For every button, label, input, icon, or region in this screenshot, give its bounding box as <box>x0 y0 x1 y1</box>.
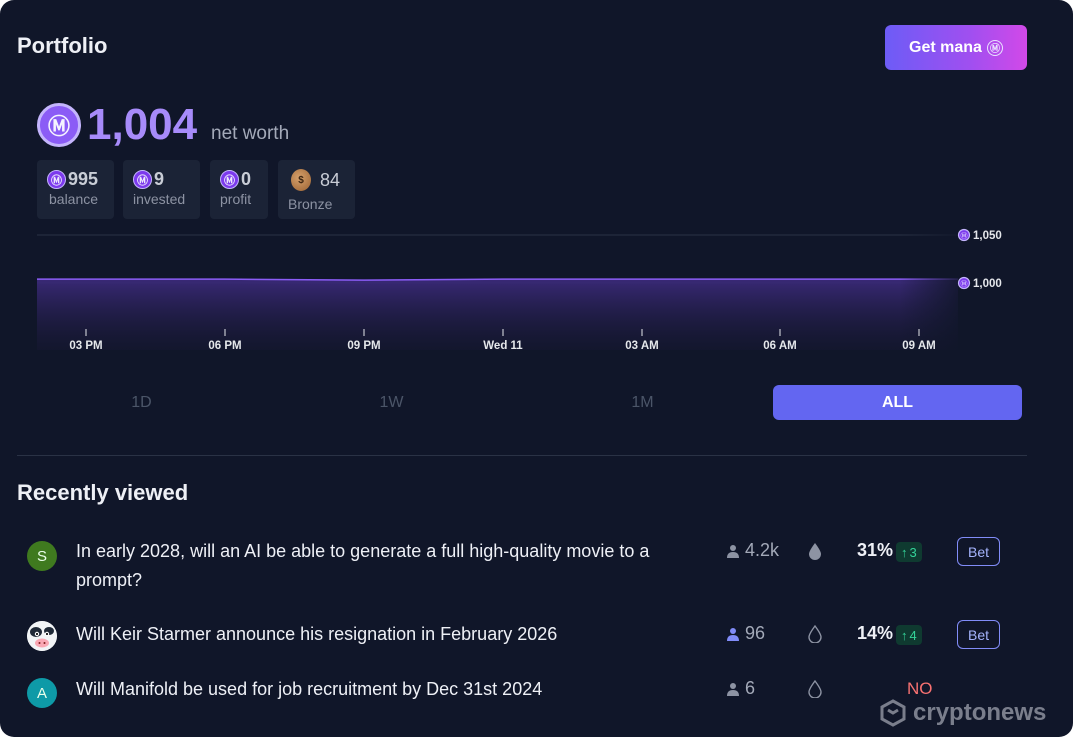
net-worth-label: net worth <box>211 123 290 144</box>
mana-coin-icon: Ⓜ <box>133 170 152 189</box>
liquidity-drop-icon <box>808 625 822 643</box>
person-icon <box>727 627 739 641</box>
x-tick-label: 09 AM <box>902 340 935 352</box>
invested-value: 9 <box>154 169 165 189</box>
tab-1d[interactable]: 1D <box>17 385 266 420</box>
mana-coin-glyph: Ⓜ <box>961 280 968 288</box>
x-tick-label: 06 PM <box>208 340 241 352</box>
unique-traders: 96 <box>726 623 765 644</box>
market-question[interactable]: Will Keir Starmer announce his resignati… <box>76 620 701 649</box>
cow-avatar-icon[interactable] <box>27 621 57 651</box>
y-tick-label: 1,000 <box>973 278 1002 290</box>
tab-all[interactable]: ALL <box>773 385 1022 420</box>
x-tick-label: 06 AM <box>763 340 796 352</box>
y-tick-label: 1,050 <box>973 230 1002 242</box>
net-worth-value: 1,004 <box>87 100 198 149</box>
mana-coin-icon: Ⓜ <box>986 39 1003 56</box>
mana-coin-icon: Ⓜ <box>47 170 66 189</box>
market-resolution: NO <box>907 679 933 698</box>
probability-change-badge: ↑ 4 <box>896 625 922 645</box>
bet-button[interactable]: Bet <box>957 537 1000 566</box>
profit-label: profit <box>220 191 252 207</box>
get-mana-label: Get mana <box>909 38 982 56</box>
league-points: 84 <box>320 169 341 190</box>
bet-button[interactable]: Bet <box>957 620 1000 649</box>
recently-viewed-title: Recently viewed <box>17 480 189 505</box>
creator-avatar[interactable]: S <box>27 541 57 571</box>
person-icon <box>727 682 739 696</box>
mana-coin-icon: Ⓜ <box>37 103 81 147</box>
watermark: cryptonews <box>879 699 1046 727</box>
person-icon <box>727 544 739 558</box>
portfolio-title: Portfolio <box>17 33 108 58</box>
net-worth-chart[interactable]: Ⓜ 1,050 Ⓜ 1,000 03 PM 06 PM 09 PM Wed 11 03 AM 0… <box>0 220 1073 360</box>
balance-stat: Ⓜ 995 balance <box>37 160 114 219</box>
traders-count: 6 <box>745 678 756 698</box>
market-question[interactable]: In early 2028, will an AI be able to gen… <box>76 537 701 595</box>
market-probability: 14% <box>857 623 894 643</box>
probability-change: 3 <box>909 544 917 560</box>
liquidity-drop-icon <box>808 680 822 698</box>
league-label: Bronze <box>288 196 333 212</box>
invested-label: invested <box>133 191 186 207</box>
balance-value: 995 <box>68 169 99 189</box>
x-tick-label: 09 PM <box>347 340 380 352</box>
time-range-tabs: 1D 1W 1M ALL <box>17 385 1022 420</box>
tab-1m[interactable]: 1M <box>518 385 767 420</box>
market-question[interactable]: Will Manifold be used for job recruitmen… <box>76 675 701 704</box>
cryptonews-logo-icon <box>880 699 906 727</box>
mana-coin-icon: Ⓜ <box>220 170 239 189</box>
section-divider <box>17 455 1027 456</box>
probability-change-badge: ↑ 3 <box>896 542 922 562</box>
profit-value: 0 <box>241 169 252 189</box>
balance-label: balance <box>49 191 99 207</box>
cow-face-icon <box>27 621 57 651</box>
arrow-up-icon: ↑ <box>901 544 908 560</box>
traders-count: 96 <box>745 623 766 643</box>
league-stat[interactable]: $ 84 Bronze <box>278 160 355 219</box>
tab-1w[interactable]: 1W <box>267 385 516 420</box>
invested-stat: Ⓜ 9 invested <box>123 160 200 219</box>
bronze-medal-icon: $ <box>291 169 311 191</box>
portfolio-card: Portfolio Get mana Ⓜ Ⓜ 1,004 net worth Ⓜ… <box>0 0 1073 737</box>
unique-traders: 4.2k <box>726 540 779 561</box>
x-tick-label: 03 PM <box>69 340 102 352</box>
mana-coin-glyph: Ⓜ <box>961 232 968 240</box>
watermark-text: cryptonews <box>913 699 1047 726</box>
probability-change: 4 <box>909 627 917 643</box>
market-probability: 31% <box>857 540 894 560</box>
x-tick-label: Wed 11 <box>483 340 523 352</box>
unique-traders: 6 <box>726 678 755 699</box>
creator-avatar[interactable]: A <box>27 678 57 708</box>
arrow-up-icon: ↑ <box>901 627 908 643</box>
traders-count: 4.2k <box>745 540 780 560</box>
liquidity-drop-icon <box>809 543 821 560</box>
get-mana-button[interactable]: Get mana Ⓜ <box>885 25 1027 70</box>
x-tick-label: 03 AM <box>625 340 658 352</box>
profit-stat: Ⓜ 0 profit <box>210 160 268 219</box>
